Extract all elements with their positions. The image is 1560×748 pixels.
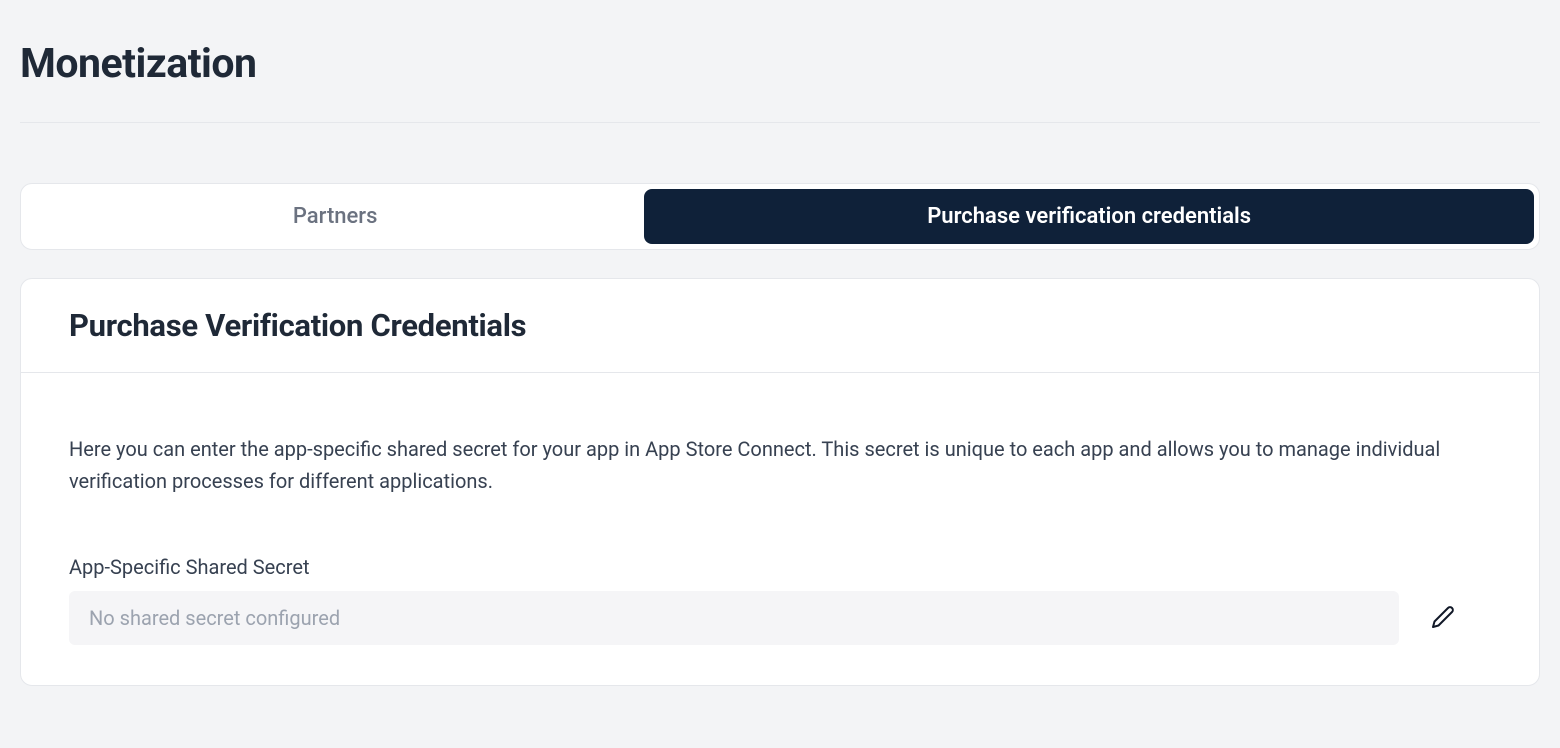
tabs-container: Partners Purchase verification credentia… bbox=[20, 183, 1540, 250]
shared-secret-label: App-Specific Shared Secret bbox=[69, 555, 1491, 579]
credentials-card: Purchase Verification Credentials Here y… bbox=[20, 278, 1540, 686]
tab-partners[interactable]: Partners bbox=[26, 189, 644, 244]
page-title: Monetization bbox=[20, 40, 1540, 88]
card-description: Here you can enter the app-specific shar… bbox=[69, 433, 1491, 497]
card-title: Purchase Verification Credentials bbox=[69, 307, 1491, 344]
shared-secret-input[interactable] bbox=[69, 591, 1399, 645]
pencil-icon bbox=[1431, 605, 1455, 632]
divider bbox=[20, 122, 1540, 123]
card-body: Here you can enter the app-specific shar… bbox=[21, 373, 1539, 685]
shared-secret-row bbox=[69, 591, 1491, 645]
edit-shared-secret-button[interactable] bbox=[1423, 597, 1463, 640]
card-header: Purchase Verification Credentials bbox=[21, 279, 1539, 373]
tab-purchase-verification-credentials[interactable]: Purchase verification credentials bbox=[644, 189, 1534, 244]
